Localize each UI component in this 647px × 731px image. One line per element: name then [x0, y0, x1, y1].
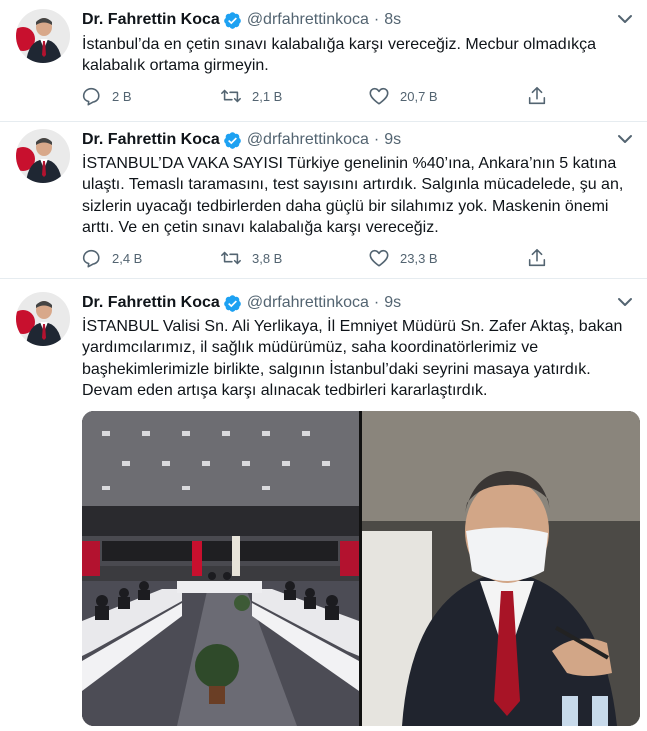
tweet-header: Dr. Fahrettin Koca @drfahrettinkoca · 9s [82, 128, 401, 152]
separator-dot: · [373, 131, 380, 148]
reply-count: 2,4 B [112, 250, 143, 266]
separator-dot: · [373, 11, 380, 28]
like-button[interactable]: 20,7 B [368, 84, 438, 108]
retweet-button[interactable]: 2,1 B [220, 84, 282, 108]
author-name[interactable]: Dr. Fahrettin Koca [82, 294, 220, 312]
chevron-down-icon[interactable] [613, 7, 637, 31]
timestamp[interactable]: 9s [384, 294, 401, 312]
reply-icon [80, 247, 102, 269]
share-button[interactable] [526, 84, 548, 108]
minister-photo[interactable] [362, 411, 640, 726]
retweet-icon [220, 85, 242, 107]
tweet-actions: 2,4 B 3,8 B 23,3 B [80, 246, 550, 270]
meeting-room-photo[interactable] [82, 411, 359, 726]
retweet-count: 3,8 B [252, 250, 283, 266]
retweet-button[interactable]: 3,8 B [220, 246, 282, 270]
verified-badge-icon [223, 294, 242, 313]
avatar[interactable] [16, 292, 70, 346]
verified-badge-icon [223, 11, 242, 30]
like-count: 20,7 B [400, 88, 438, 104]
timestamp[interactable]: 8s [384, 11, 401, 29]
tweet-media[interactable] [82, 411, 640, 726]
verified-badge-icon [223, 131, 242, 150]
reply-button[interactable]: 2 B [80, 84, 132, 108]
share-button[interactable] [526, 246, 548, 270]
reply-button[interactable]: 2,4 B [80, 246, 142, 270]
tweet[interactable]: Dr. Fahrettin Koca @drfahrettinkoca · 8s… [0, 0, 647, 122]
tweet-text: İSTANBUL Valisi Sn. Ali Yerlikaya, İl Em… [82, 318, 623, 399]
avatar[interactable] [16, 9, 70, 63]
retweet-icon [220, 247, 242, 269]
share-icon [526, 85, 548, 107]
author-name[interactable]: Dr. Fahrettin Koca [82, 131, 220, 149]
tweet-text: İSTANBUL’DA VAKA SAYISI Türkiye genelini… [82, 155, 624, 236]
heart-icon [368, 85, 390, 107]
author-handle[interactable]: @drfahrettinkoca [247, 131, 369, 149]
reply-icon [80, 85, 102, 107]
author-handle[interactable]: @drfahrettinkoca [247, 294, 369, 312]
chevron-down-icon[interactable] [613, 127, 637, 151]
share-icon [526, 247, 548, 269]
tweet-text: İstanbul’da en çetin sınavı kalabalığa k… [82, 36, 597, 75]
like-button[interactable]: 23,3 B [368, 246, 438, 270]
retweet-count: 2,1 B [252, 88, 283, 104]
heart-icon [368, 247, 390, 269]
author-handle[interactable]: @drfahrettinkoca [247, 11, 369, 29]
separator-dot: · [373, 294, 380, 311]
like-count: 23,3 B [400, 250, 438, 266]
author-name[interactable]: Dr. Fahrettin Koca [82, 11, 220, 29]
tweet-header: Dr. Fahrettin Koca @drfahrettinkoca · 9s [82, 291, 401, 315]
reply-count: 2 B [112, 88, 132, 104]
tweet[interactable]: Dr. Fahrettin Koca @drfahrettinkoca · 9s… [0, 122, 647, 279]
chevron-down-icon[interactable] [613, 290, 637, 314]
tweet[interactable]: Dr. Fahrettin Koca @drfahrettinkoca · 9s… [0, 279, 647, 731]
tweet-actions: 2 B 2,1 B 20,7 B [80, 84, 550, 108]
tweet-header: Dr. Fahrettin Koca @drfahrettinkoca · 8s [82, 8, 401, 32]
timestamp[interactable]: 9s [384, 131, 401, 149]
avatar[interactable] [16, 129, 70, 183]
